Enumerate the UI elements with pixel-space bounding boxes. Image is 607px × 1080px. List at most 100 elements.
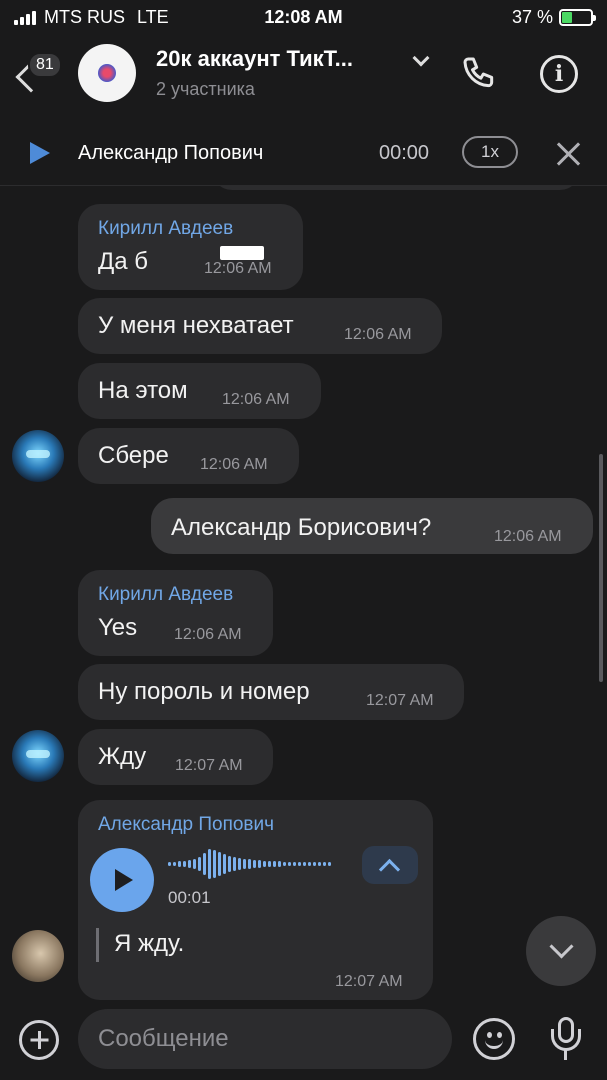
battery-fill	[562, 12, 573, 23]
info-icon: i	[554, 61, 564, 87]
waveform-bar	[313, 862, 316, 866]
waveform-bar	[168, 862, 171, 866]
sender-avatar[interactable]	[12, 430, 64, 482]
message-bubble[interactable]: Кирилл Авдеев Да б 12:06 AM	[78, 204, 303, 290]
message-time: 12:06 AM	[200, 456, 268, 473]
message-time: 12:06 AM	[174, 626, 242, 643]
voice-play-button[interactable]	[90, 848, 154, 912]
waveform-bar	[283, 862, 286, 866]
battery-icon	[559, 9, 596, 26]
message-text: Да б	[98, 248, 149, 275]
voice-transcript: Я жду.	[114, 930, 185, 957]
waveform-bar	[218, 852, 221, 876]
message-time: 12:06 AM	[204, 260, 272, 277]
status-right: 37 %	[511, 7, 596, 28]
waveform-bar	[228, 856, 231, 872]
microphone-icon[interactable]	[546, 1017, 586, 1063]
message-list[interactable]: Кирилл Авдеев Да б 12:06 AM У меня нехва…	[0, 186, 607, 1000]
outgoing-message-bubble[interactable]: Александр Борисович? 12:06 AM	[151, 498, 593, 554]
waveform-bar	[188, 860, 191, 868]
sender-avatar[interactable]	[12, 930, 64, 982]
message-bubble[interactable]: У меня нехватает 12:06 AM	[78, 298, 442, 354]
emoji-mouth	[485, 1037, 503, 1049]
battery-percent: 37 %	[511, 7, 553, 27]
waveform-bar	[263, 861, 266, 867]
message-time: 12:06 AM	[344, 326, 412, 343]
transcript-quote-bar	[96, 928, 99, 962]
message-bubble[interactable]: Сбере 12:06 AM	[78, 428, 299, 484]
waveform-bar	[253, 860, 256, 868]
player-author[interactable]: Александр Попович	[78, 142, 263, 165]
redaction-mark	[220, 246, 264, 260]
mic-stem	[564, 1050, 567, 1060]
message-bubble[interactable]: Жду 12:07 AM	[78, 729, 273, 785]
message-text: На этом	[98, 377, 188, 404]
info-button[interactable]: i	[540, 55, 578, 93]
message-text: Ну пороль и номер	[98, 678, 310, 705]
waveform-bar	[293, 862, 296, 866]
message-input[interactable]	[78, 1009, 452, 1069]
sender-avatar[interactable]	[12, 730, 64, 782]
player-time: 00:00	[379, 142, 430, 164]
message-text: Сбере	[98, 442, 169, 469]
chat-avatar[interactable]	[78, 44, 136, 102]
waveform-bar	[183, 861, 186, 867]
voice-duration: 00:01	[168, 888, 211, 907]
scroll-indicator[interactable]	[599, 454, 603, 682]
previous-message-bubble	[212, 186, 580, 190]
waveform-bar	[323, 862, 326, 866]
message-composer	[0, 1000, 607, 1080]
waveform-bar	[243, 859, 246, 869]
waveform-bar	[193, 859, 196, 869]
sender-name[interactable]: Александр Попович	[98, 814, 274, 836]
mic-cup	[551, 1029, 581, 1051]
waveform-bar	[208, 849, 211, 879]
waveform-bar	[198, 857, 201, 871]
call-button[interactable]	[460, 54, 500, 94]
phone-icon	[463, 57, 494, 88]
scroll-to-bottom-button[interactable]	[526, 916, 596, 986]
unread-badge: 81	[28, 52, 62, 78]
waveform-bar	[273, 861, 276, 867]
waveform-bar	[288, 862, 291, 866]
waveform-bar	[203, 853, 206, 875]
message-text: Александр Борисович?	[171, 514, 432, 541]
waveform-bar	[248, 859, 251, 869]
sender-name[interactable]: Кирилл Авдеев	[98, 218, 233, 240]
chat-header: 81 20к аккаунт ТикТ... 2 участника i	[0, 34, 607, 116]
waveform-bar	[308, 862, 311, 866]
message-text: Жду	[98, 743, 147, 770]
chat-subtitle: 2 участника	[156, 79, 255, 99]
waveform-bar	[178, 861, 181, 867]
collapse-transcript-button[interactable]	[362, 846, 418, 884]
close-icon[interactable]	[553, 139, 583, 169]
status-bar: MTS RUS LTE 12:08 AM 37 %	[0, 0, 607, 34]
message-bubble[interactable]: Ну пороль и номер 12:07 AM	[78, 664, 464, 720]
waveform-bar	[328, 862, 331, 866]
message-time: 12:06 AM	[222, 391, 290, 408]
sender-name[interactable]: Кирилл Авдеев	[98, 584, 233, 606]
chat-avatar-logo	[98, 64, 116, 82]
waveform-bar	[238, 858, 241, 870]
play-icon[interactable]	[30, 142, 50, 164]
back-button[interactable]: 81	[12, 44, 72, 104]
chevron-down-icon[interactable]	[412, 49, 430, 67]
waveform-bar	[303, 862, 306, 866]
message-bubble[interactable]: Кирилл Авдеев Yes 12:06 AM	[78, 570, 273, 656]
emoji-icon[interactable]	[473, 1018, 515, 1060]
waveform-bar	[173, 862, 176, 866]
voice-message-bubble[interactable]: Александр Попович 00:01 Я жду. 12:07 AM	[78, 800, 433, 1000]
waveform-bar	[268, 861, 271, 867]
chat-title[interactable]: 20к аккаунт ТикТ...	[156, 46, 353, 72]
plus-icon[interactable]	[19, 1020, 59, 1060]
waveform-bar	[213, 850, 216, 878]
waveform-bar	[278, 861, 281, 867]
waveform-bar	[298, 862, 301, 866]
voice-waveform[interactable]	[168, 848, 358, 880]
audio-player-bar: Александр Попович 00:00 1x	[0, 122, 607, 186]
playback-speed-button[interactable]: 1x	[462, 136, 518, 168]
message-bubble[interactable]: На этом 12:06 AM	[78, 363, 321, 419]
waveform-bar	[223, 854, 226, 874]
message-text: У меня нехватает	[98, 312, 294, 339]
waveform-bar	[233, 857, 236, 871]
